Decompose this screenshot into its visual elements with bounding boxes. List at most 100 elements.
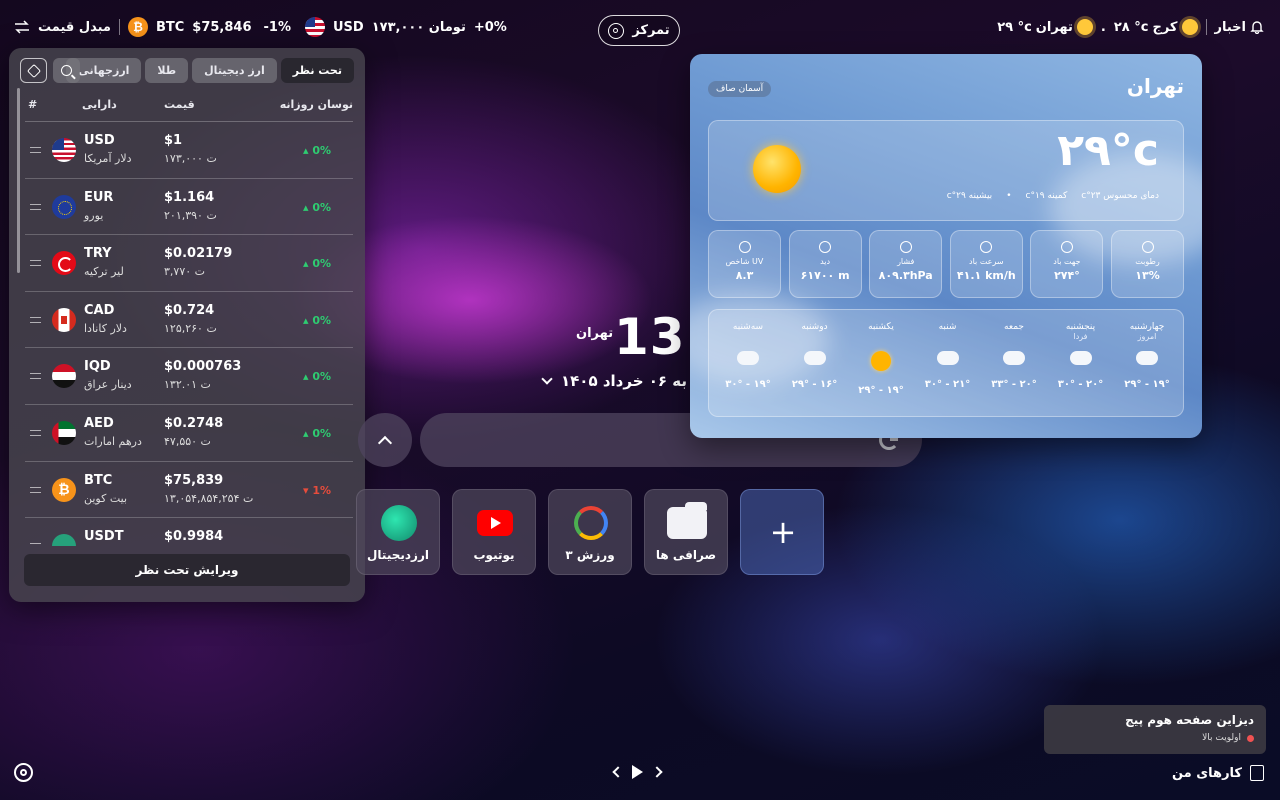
watchlist-row[interactable]: USDT $0.9984 [25,518,353,546]
focus-button[interactable]: تمرکز [598,15,680,46]
weather-stat: سرعت باد ۴۱.۱ km/h [949,230,1023,298]
condition-badge: آسمان صاف [708,81,772,97]
add-shortcut-button[interactable]: + [740,489,824,575]
asset-code: TRY [84,246,112,262]
forecast-day-name: شنبه [938,322,957,332]
forecast-day-sub: امروز [1137,332,1157,341]
weekly-forecast: چهارشنبه امروز ۲۹° - ۱۹° پنجشنبه فردا ۳۰° - ۲… [708,309,1184,417]
shortcut-varzesh3[interactable]: ورزش ۳ [548,489,632,575]
forecast-day-name: چهارشنبه [1129,322,1165,332]
forecast-day-sub [849,332,913,343]
cloud-icon [1003,351,1025,365]
todo-card[interactable]: دیزاین صفحه هوم پیج اولویت بالا [1044,705,1266,754]
forecast-day: جمعه ۳۳° - ۲۰° [982,310,1046,418]
date-selector[interactable]: به ۰۶ خرداد ۱۴۰۵ [541,372,688,390]
us-flag-icon [304,17,325,37]
asset-toman: ۱۳,۰۵۴,۸۵۴,۲۵۴ ت [164,491,254,505]
next-icon[interactable] [651,766,663,778]
tab-gold[interactable]: طلا [145,58,189,83]
chevron-up-icon [377,435,393,450]
stat-label: جهت باد [1053,257,1081,266]
drag-handle-icon[interactable] [30,373,41,380]
asset-price: $0.02179 [164,246,233,262]
asset-name: درهم امارات [84,434,142,448]
date-text: به ۰۶ خرداد ۱۴۰۵ [561,372,688,390]
watchlist-row[interactable]: EUR یورو $1.164 ۲۰۱,۳۹۰ ت ▴ 0% [25,179,353,236]
weather-stat: فشار ۸۰۹.۳hPa [869,230,943,298]
weather-city[interactable]: تهران [1127,74,1184,98]
cloud-icon [1069,351,1092,365]
cad-flag-icon [52,307,76,332]
divider [1205,19,1207,35]
collapse-button[interactable] [358,413,412,467]
watchlist-row[interactable]: TRY لیر ترکیه $0.02179 ۳,۷۷۰ ت ▴ 0% [25,235,353,292]
clock-city: تهران [576,326,614,341]
drag-handle-icon[interactable] [30,429,41,436]
asset-name: بیت کوین [84,491,128,505]
karaj-city: کرج [1152,19,1178,35]
daily-change: ▴ 0% [303,313,332,327]
forecast-range: ۳۰° - ۱۹° [725,379,771,390]
tab-watchlist[interactable]: تحت نظر [280,58,354,83]
asset-code: AED [84,415,114,431]
shortcut-youtube[interactable]: یوتیوب [452,489,536,575]
drag-handle-icon[interactable] [30,543,41,546]
drag-handle-icon[interactable] [30,486,41,493]
asset-toman: ۴۷,۵۵۰ ت [164,434,211,448]
stat-label: شاخص UV [725,257,764,266]
forecast-range: ۲۹° - ۱۹° [1124,379,1170,390]
forecast-day: دوشنبه ۲۹° - ۱۶° [783,310,847,418]
previous-icon[interactable] [612,766,624,778]
chevron-down-icon [541,373,553,385]
my-tasks-button[interactable]: کارهای من [1172,765,1264,781]
current-temp: ۲۹°c [1057,125,1159,176]
forecast-day-name: جمعه [1004,322,1024,332]
shortcut-label: ورزش ۳ [565,548,615,562]
watchlist-row[interactable]: IQD دینار عراق $0.000763 ۱۳۲.۰۱ ت ▴ 0% [25,348,353,405]
daily-change: ▴ 0% [303,257,332,271]
drag-handle-icon[interactable] [30,203,41,210]
stat-value: ۸.۳ [735,269,754,282]
play-icon[interactable] [632,765,643,779]
swap-arrows-icon[interactable] [14,20,30,34]
arrow-up-icon: ▴ [303,426,313,440]
news-label: اخبار [1214,19,1247,35]
bitcoin-icon: ₿ [127,17,148,37]
converter-label[interactable]: مبدل قیمت [38,20,111,35]
drag-handle-icon[interactable] [30,316,41,323]
tab-crypto[interactable]: ارز دیجیتال [192,58,277,83]
forecast-day-name: پنجشنبه [1065,322,1096,332]
search-button[interactable] [53,58,80,83]
watchlist-row[interactable]: USD دلار آمریکا $1 ۱۷۳,۰۰۰ ت ▴ 0% [25,122,353,179]
karaj-weather-chip[interactable]: ۲۸ °c کرج [1114,19,1198,35]
header-change[interactable]: نوسان روزانه [280,98,353,111]
watchlist-row[interactable]: ₿ BTC بیت کوین $75,839 ۱۳,۰۵۴,۸۵۴,۲۵۴ ت ▾ 1% [25,462,353,519]
scrollbar[interactable] [17,88,20,273]
drag-handle-icon[interactable] [30,147,41,153]
asset-name: دلار کانادا [84,321,127,335]
btc-change: -1% [263,19,291,35]
header-rank: # [28,98,38,111]
forecast-range: ۲۹° - ۱۶° [791,379,838,390]
stat-icon [1141,241,1154,253]
news-button[interactable]: اخبار [1215,20,1265,35]
feels-like: دمای محسوس ۲۳°c [1081,191,1159,201]
watchlist-row[interactable]: AED درهم امارات $0.2748 ۴۷,۵۵۰ ت ▴ 0% [25,405,353,462]
asset-price: $1 [164,133,183,148]
drag-handle-icon[interactable] [30,260,41,267]
asset-price: $0.724 [164,302,215,318]
header-price[interactable]: قیمت [164,98,195,111]
tehran-weather-chip[interactable]: ۲۹ °c تهران [997,19,1093,35]
stat-value: ۶۱۷۰۰ m [800,269,850,282]
forecast-day-name: سه‌شنبه [732,322,764,332]
watchlist-row[interactable]: CAD دلار کانادا $0.724 ۱۲۵,۲۶۰ ت ▴ 0% [25,292,353,349]
watchlist-header: نوسان روزانه قیمت دارایی # [25,98,353,120]
my-tasks-label: کارهای من [1171,765,1242,781]
shortcut-exchanges[interactable]: صرافی ها [644,489,728,575]
shortcut-crypto[interactable]: ارزدیجیتال [356,489,440,575]
pin-button[interactable] [20,58,47,83]
header-asset[interactable]: دارایی [82,98,117,111]
gear-icon[interactable] [14,763,33,782]
forecast-day: چهارشنبه امروز ۲۹° - ۱۹° [1115,310,1179,418]
edit-watchlist-button[interactable]: ویرایش تحت نظر [24,554,350,586]
